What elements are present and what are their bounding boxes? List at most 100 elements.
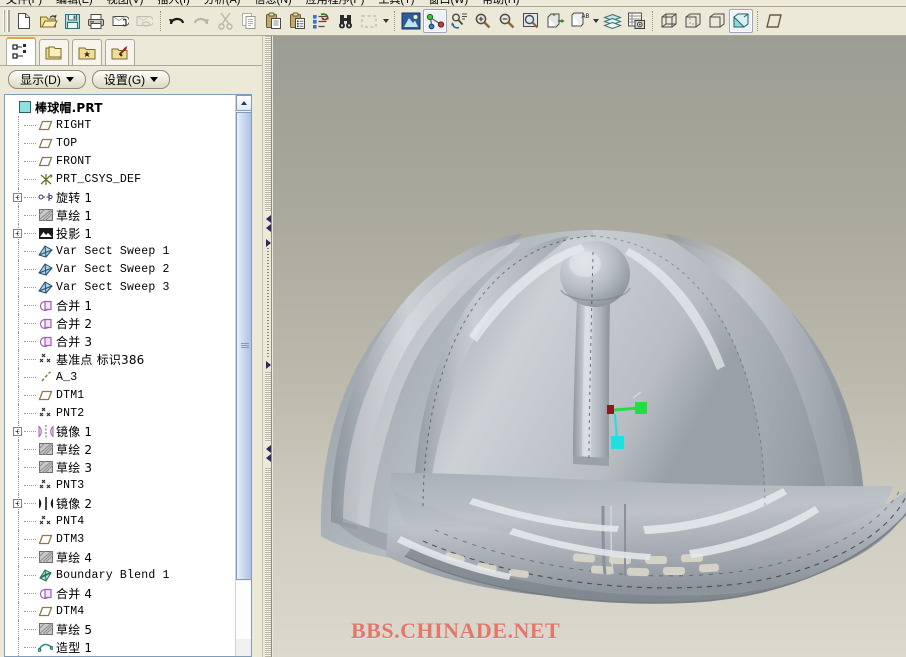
menu-item-file[interactable]: 文件(F)	[6, 0, 42, 6]
tree-item[interactable]: 合并 3	[5, 332, 236, 350]
tree-item[interactable]: 草绘 4	[5, 548, 236, 566]
tree-item[interactable]: Var Sect Sweep 1	[5, 242, 236, 260]
splitter-expand-right-icon-2[interactable]	[264, 360, 272, 369]
datum-display-button[interactable]	[423, 9, 447, 33]
tree-item[interactable]: 造型 1	[5, 638, 236, 656]
tree-guide-line	[18, 584, 19, 602]
layers-button[interactable]	[600, 9, 624, 33]
tree-item[interactable]: A_3	[5, 368, 236, 386]
reorient-button[interactable]	[543, 9, 567, 33]
splitter-expand-right-icon[interactable]	[264, 238, 272, 247]
tree-item[interactable]: 草绘 3	[5, 458, 236, 476]
paste-button[interactable]	[261, 9, 285, 33]
datum-plane-button[interactable]	[762, 9, 786, 33]
show-menu-button[interactable]: 显示(D)	[8, 69, 86, 89]
tree-item[interactable]: RIGHT	[5, 116, 236, 134]
tree-item[interactable]: PRT_CSYS_DEF	[5, 170, 236, 188]
tree-guide-line	[18, 602, 19, 620]
tree-item[interactable]: 草绘 2	[5, 440, 236, 458]
shading-button[interactable]	[729, 9, 753, 33]
tree-item[interactable]: PNT4	[5, 512, 236, 530]
mail-button[interactable]	[108, 9, 132, 33]
view-manager-button[interactable]	[624, 9, 648, 33]
open-file-button[interactable]	[36, 9, 60, 33]
graphics-viewport[interactable]: BBS.CHINADE.NET	[273, 36, 906, 657]
tree-item[interactable]: PNT3	[5, 476, 236, 494]
select-box-dropdown-arrow[interactable]	[381, 9, 390, 33]
menu-item-view[interactable]: 视图(V)	[107, 0, 144, 6]
tree-item[interactable]: + 镜像 1	[5, 422, 236, 440]
paste-special-button[interactable]	[285, 9, 309, 33]
wireframe-button[interactable]	[657, 9, 681, 33]
tree-item[interactable]: DTM1	[5, 386, 236, 404]
settings-menu-button[interactable]: 设置(G)	[92, 69, 170, 89]
tree-item[interactable]: + 旋转 1	[5, 188, 236, 206]
no-hidden-button[interactable]	[705, 9, 729, 33]
tree-branch-line	[24, 322, 36, 324]
splitter-collapse-left-icon-4[interactable]	[264, 453, 272, 462]
save-file-button[interactable]	[60, 9, 84, 33]
tree-item-label: PNT2	[56, 406, 85, 420]
splitter-collapse-left-icon[interactable]	[264, 214, 272, 223]
spin-center-button[interactable]	[447, 9, 471, 33]
floppy-disk-icon	[64, 13, 80, 29]
tree-item-label: A_3	[56, 370, 78, 384]
tree-item[interactable]: + 镜像 2	[5, 494, 236, 512]
menu-item-tools[interactable]: 工具(T)	[378, 0, 414, 6]
scroll-up-button[interactable]	[236, 95, 251, 111]
model-tree-vertical-scrollbar[interactable]	[235, 95, 251, 656]
tree-item-icon	[37, 172, 54, 187]
no-hidden-cube-icon	[709, 13, 725, 28]
saved-views-button[interactable]: AB	[567, 9, 591, 33]
tree-item[interactable]: 合并 4	[5, 584, 236, 602]
new-file-button[interactable]	[12, 9, 36, 33]
tree-item[interactable]: 草绘 1	[5, 206, 236, 224]
find-button[interactable]	[333, 9, 357, 33]
tree-item[interactable]: DTM4	[5, 602, 236, 620]
hidden-line-button[interactable]	[681, 9, 705, 33]
menu-item-applications[interactable]: 应用程序(P)	[306, 0, 365, 6]
scrollbar-track[interactable]	[236, 581, 251, 639]
tree-root-item[interactable]: 棒球帽.PRT	[5, 98, 236, 116]
zoom-out-button[interactable]	[495, 9, 519, 33]
panel-splitter[interactable]	[262, 36, 272, 657]
menu-item-help[interactable]: 帮助(H)	[482, 0, 519, 6]
tree-item[interactable]: Var Sect Sweep 3	[5, 278, 236, 296]
zoom-in-button[interactable]	[471, 9, 495, 33]
toolbar-grip[interactable]	[3, 10, 10, 32]
tree-item-icon	[37, 136, 54, 151]
tree-item[interactable]: Boundary Blend 1	[5, 566, 236, 584]
tab-model-tree[interactable]	[6, 37, 36, 65]
tree-item[interactable]: TOP	[5, 134, 236, 152]
model-tree-scroll-area[interactable]: 棒球帽.PRT RIGHT TOP FRONT PRT_CSYS_DEF + 旋转 1 草绘 …	[5, 95, 236, 656]
saved-views-dropdown-arrow[interactable]	[591, 9, 600, 33]
tab-favorites[interactable]	[72, 39, 102, 65]
refit-button[interactable]	[519, 9, 543, 33]
tree-item[interactable]: + 投影 1	[5, 224, 236, 242]
tree-item[interactable]: PNT2	[5, 404, 236, 422]
splitter-collapse-left-icon-3[interactable]	[264, 444, 272, 453]
tree-item[interactable]: 合并 1	[5, 296, 236, 314]
tree-item[interactable]: 草绘 5	[5, 620, 236, 638]
tree-item[interactable]: DTM3	[5, 530, 236, 548]
menu-item-analysis[interactable]: 分析(A)	[204, 0, 241, 6]
tree-item[interactable]: Var Sect Sweep 2	[5, 260, 236, 278]
render-button[interactable]	[399, 9, 423, 33]
tab-folder-browser[interactable]	[39, 39, 69, 65]
tree-item[interactable]: FRONT	[5, 152, 236, 170]
menu-item-edit[interactable]: 编辑(E)	[56, 0, 93, 6]
tree-guide-line	[18, 170, 19, 188]
tree-guide-line	[18, 368, 19, 386]
menu-item-insert[interactable]: 插入(I)	[157, 0, 189, 6]
menu-item-window[interactable]: 窗口(W)	[428, 0, 468, 6]
tab-connections[interactable]	[105, 39, 135, 65]
menu-item-info[interactable]: 信息(N)	[254, 0, 291, 6]
scrollbar-thumb[interactable]	[236, 112, 251, 580]
regenerate-button[interactable]	[309, 9, 333, 33]
tree-item[interactable]: 合并 2	[5, 314, 236, 332]
tree-item-label: 投影 1	[56, 226, 93, 241]
tree-item[interactable]: 基准点 标识386	[5, 350, 236, 368]
splitter-collapse-left-icon-2[interactable]	[264, 223, 272, 232]
print-button[interactable]	[84, 9, 108, 33]
undo-button[interactable]	[165, 9, 189, 33]
